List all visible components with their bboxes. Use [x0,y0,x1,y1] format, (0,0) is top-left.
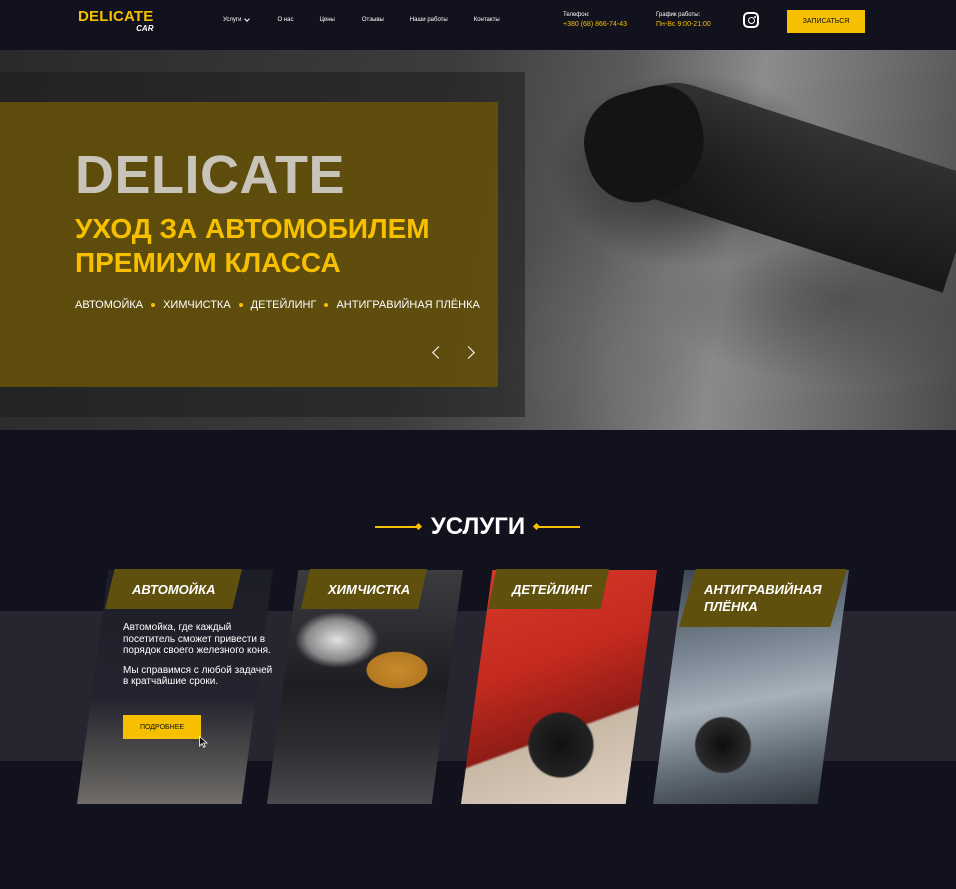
title-decoration-right [536,526,580,528]
more-button[interactable]: ПОДРОБНЕЕ [123,715,201,739]
bullet-icon [238,303,243,307]
service-card-title: АВТОМОЙКА [105,569,242,609]
bullet-icon [324,303,329,307]
services-title: УСЛУГИ [430,513,526,540]
hero-subtitle-line: УХОД ЗА АВТОМОБИЛЕМ [75,213,430,244]
nav-item-services[interactable]: Услуги [223,16,251,23]
bullet-icon [151,303,156,307]
description-paragraph: Автомойка, где каждый посетитель сможет … [123,622,271,656]
logo-text: DELICATE [78,8,154,25]
nav-item-reviews[interactable]: Отзывы [362,17,384,23]
nav-item-works[interactable]: Наши работы [410,17,448,23]
service-card-title: ДЕТЕЙЛИНГ [488,569,609,609]
service-card-title-line: ПЛЁНКА [704,599,758,614]
service-card-title: АНТИГРАВИЙНАЯ ПЛЁНКА [679,569,847,627]
nav-item-about[interactable]: О нас [277,17,293,23]
hero-subtitle-line: ПРЕМИУМ КЛАССА [75,247,341,278]
nav-item-prices[interactable]: Цены [319,17,334,23]
instagram-icon[interactable] [743,12,759,28]
hero-service-tags: АВТОМОЙКА ХИМЧИСТКА ДЕТЕЙЛИНГ АНТИГРАВИЙ… [75,299,480,311]
schedule-label: График работы: [656,12,701,18]
service-card-title-line: АНТИГРАВИЙНАЯ [704,582,822,597]
cursor-icon [199,736,208,748]
book-button[interactable]: ЗАПИСАТЬСЯ [787,10,865,33]
phone-link[interactable]: +380 (68) 866-74-43 [563,20,627,30]
nav-item-contacts[interactable]: Контакты [474,17,500,23]
schedule-value: Пн-Вс 9:00-21:00 [656,21,711,28]
chevron-down-icon [244,16,251,22]
service-card-title: ХИМЧИСТКА [301,569,427,609]
phone-label: Телефон: [563,12,590,18]
logo[interactable]: DELICATE CAR [78,8,154,34]
hero-tag: АВТОМОЙКА [75,299,144,311]
hero-title: DELICATE [75,145,345,205]
phone-block: Телефон: +380 (68) 866-74-43 [563,12,627,30]
nav-item-label: Услуги [223,17,242,23]
description-paragraph: Мы справимся с любой задачей в кратчайши… [123,664,273,688]
hero-tag: ХИМЧИСТКА [163,299,231,311]
site-header: DELICATE CAR Услуги О нас Цены Отзывы На… [0,0,956,50]
main-nav: Услуги О нас Цены Отзывы Наши работы Кон… [223,16,500,23]
hero-banner: DELICATE УХОД ЗА АВТОМОБИЛЕМ ПРЕМИУМ КЛА… [0,50,956,430]
hero-tag: ДЕТЕЙЛИНГ [250,299,317,311]
hero-subtitle: УХОД ЗА АВТОМОБИЛЕМ ПРЕМИУМ КЛАССА [75,212,430,280]
service-card-description: Автомойка, где каждый посетитель сможет … [123,622,273,688]
hero-tag: АНТИГРАВИЙНАЯ ПЛЁНКА [336,299,480,311]
logo-subtext: CAR [136,24,154,33]
schedule-block: График работы: Пн-Вс 9:00-21:00 [656,12,711,30]
